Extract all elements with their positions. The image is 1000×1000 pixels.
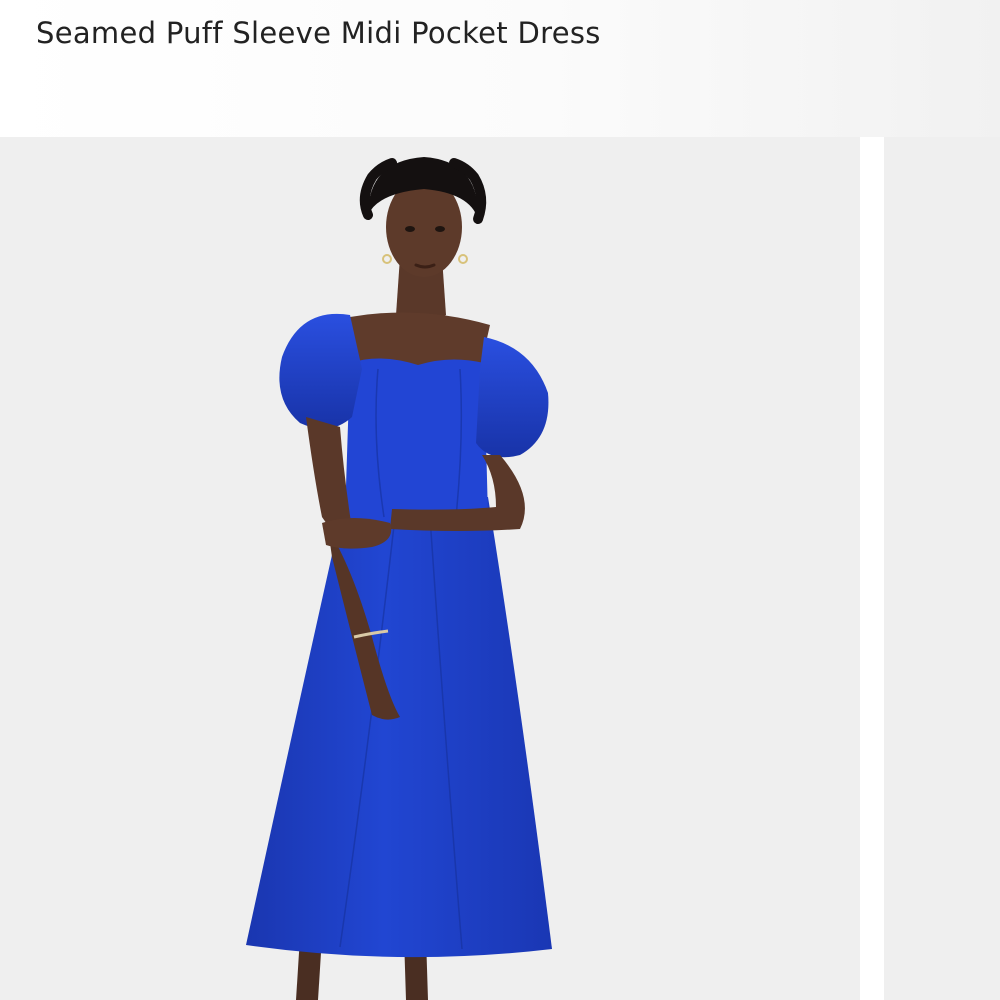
product-image-main[interactable] — [0, 137, 860, 1000]
product-image-next[interactable] — [884, 137, 1000, 1000]
model-wearing-dress-photo — [246, 157, 552, 1000]
product-header: Seamed Puff Sleeve Midi Pocket Dress — [0, 0, 1000, 137]
product-page: Seamed Puff Sleeve Midi Pocket Dress — [0, 0, 1000, 1000]
gallery-gap — [860, 137, 884, 1000]
product-title: Seamed Puff Sleeve Midi Pocket Dress — [36, 16, 601, 50]
product-image-gallery[interactable] — [0, 137, 1000, 1000]
